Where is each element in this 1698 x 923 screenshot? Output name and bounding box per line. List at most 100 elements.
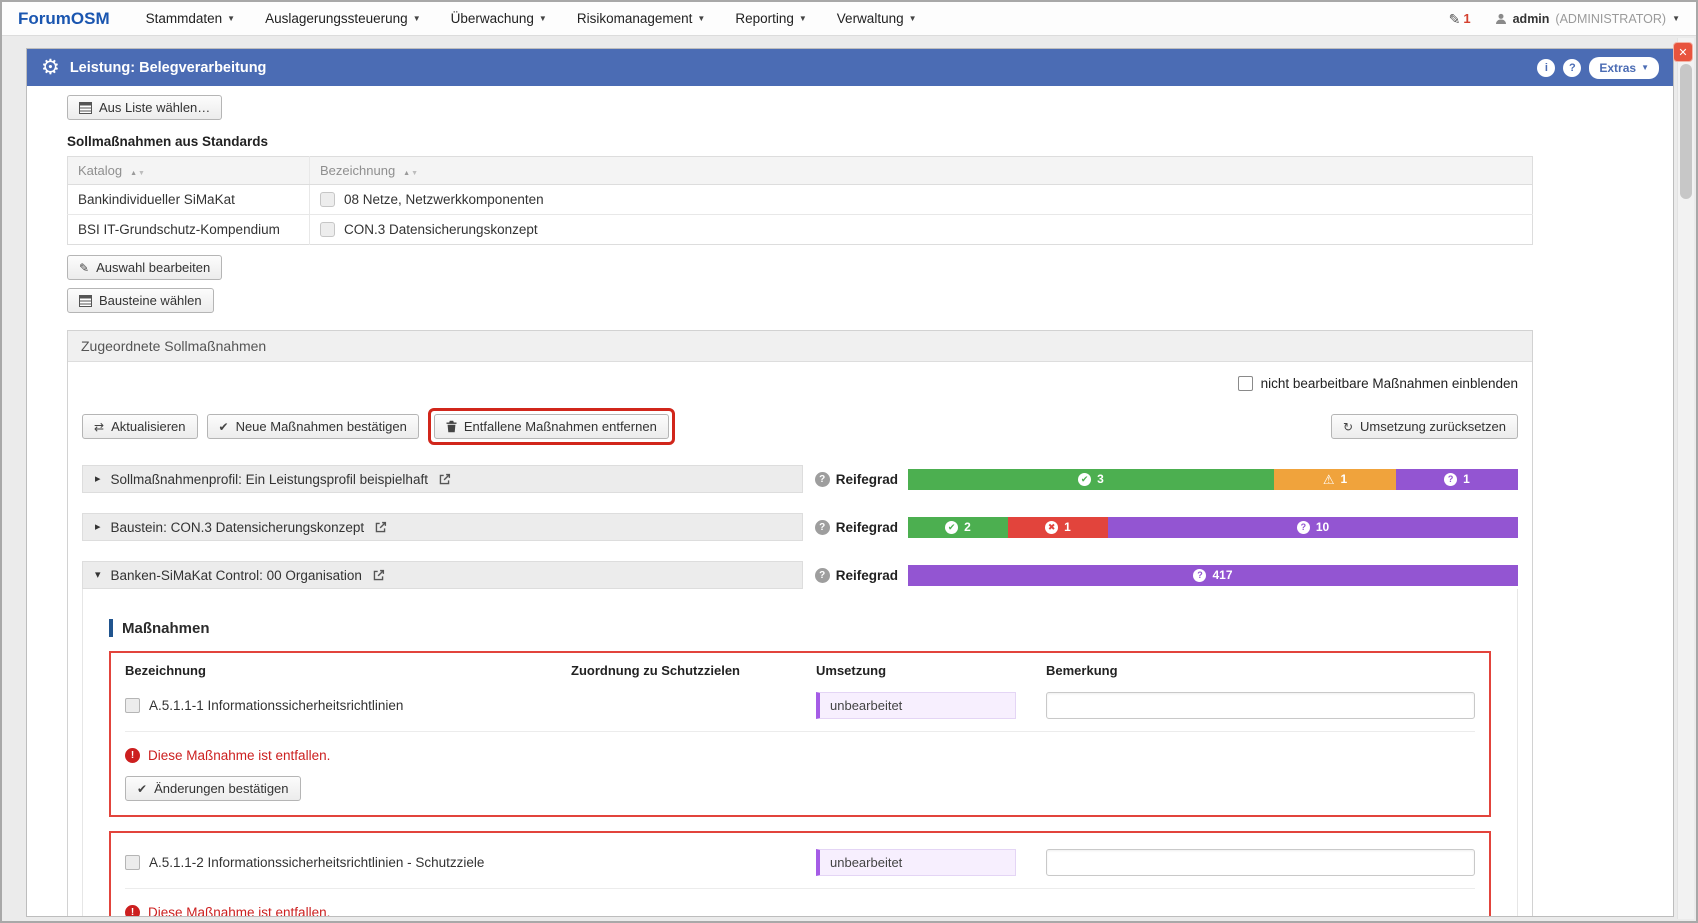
choose-from-list-button[interactable]: Aus Liste wählen… xyxy=(67,95,222,120)
segment-count: 1 xyxy=(1340,472,1347,486)
close-button[interactable]: ✕ xyxy=(1673,42,1693,62)
segment-count: 3 xyxy=(1097,472,1104,486)
user-menu[interactable]: admin (ADMINISTRATOR) ▼ xyxy=(1495,12,1680,26)
menu-risikomanagement[interactable]: Risikomanagement▼ xyxy=(577,11,705,26)
measure-icon xyxy=(320,222,335,237)
maturity-segment-ok: ✔3 xyxy=(908,469,1274,490)
main-menu: Stammdaten▼ Auslagerungssteuerung▼ Überw… xyxy=(146,11,917,26)
measures-heading-row: Maßnahmen xyxy=(109,619,1491,637)
chevron-down-icon: ▼ xyxy=(1641,64,1649,72)
group-detail: Maßnahmen Bezeichnung Zuordnung zu Schut… xyxy=(82,589,1518,917)
external-link-icon[interactable] xyxy=(372,569,385,582)
chevron-down-icon: ▼ xyxy=(413,15,421,23)
menu-label: Auslagerungssteuerung xyxy=(265,11,408,26)
remove-dropped-highlight: Entfallene Maßnahmen entfernen xyxy=(428,408,675,445)
maturity-segment-error: ✖1 xyxy=(1008,517,1108,538)
maturity-label: Reifegrad xyxy=(836,472,898,487)
menu-auslagerungssteuerung[interactable]: Auslagerungssteuerung ▼ xyxy=(265,11,421,26)
extras-button[interactable]: Extras▼ xyxy=(1589,57,1659,79)
menu-ueberwachung[interactable]: Überwachung▼ xyxy=(451,11,547,26)
maturity-bar: ✔2 ✖1 ?10 xyxy=(908,517,1518,538)
user-role: (ADMINISTRATOR) xyxy=(1555,12,1666,26)
button-label: Umsetzung zurücksetzen xyxy=(1360,419,1506,434)
chevron-right-icon: ▸ xyxy=(95,474,101,485)
vertical-scrollbar[interactable] xyxy=(1677,38,1694,919)
info-icon[interactable]: i xyxy=(1537,59,1555,77)
page-content: Aus Liste wählen… Sollmaßnahmen aus Stan… xyxy=(27,86,1673,917)
menu-reporting[interactable]: Reporting▼ xyxy=(735,11,806,26)
column-bezeichnung[interactable]: Bezeichnung▲▼ xyxy=(310,157,1533,185)
group-toggle-control[interactable]: ▾ Banken-SiMaKat Control: 00 Organisatio… xyxy=(82,561,803,589)
bezeichnung-cell: 08 Netze, Netzwerkkomponenten xyxy=(310,185,1533,215)
top-navigation: ForumOSM Stammdaten▼ Auslagerungssteueru… xyxy=(2,2,1696,36)
user-name: admin xyxy=(1513,12,1550,26)
menu-stammdaten[interactable]: Stammdaten▼ xyxy=(146,11,235,26)
sort-icon: ▲▼ xyxy=(403,170,418,177)
chevron-down-icon: ▼ xyxy=(909,15,917,23)
edit-selection-button[interactable]: ✎ Auswahl bearbeiten xyxy=(67,255,222,280)
question-circle-icon: ? xyxy=(1297,521,1310,534)
pencil-icon: ✎ xyxy=(1449,12,1461,26)
remark-input[interactable] xyxy=(1046,849,1475,876)
question-circle-icon: ? xyxy=(1193,569,1206,582)
gear-icon: ⚙ xyxy=(41,57,60,78)
dropped-warning: ! Diese Maßnahme ist entfallen. xyxy=(125,905,1475,917)
app-logo[interactable]: ForumOSM xyxy=(18,9,110,29)
implementation-status-select[interactable]: unbearbeitet xyxy=(816,692,1016,719)
col-umsetzung: Umsetzung xyxy=(816,663,1046,678)
show-uneditable-checkbox[interactable] xyxy=(1238,376,1253,391)
show-uneditable-row: nicht bearbeitbare Maßnahmen einblenden xyxy=(82,371,1518,391)
check-circle-icon: ✔ xyxy=(1078,473,1091,486)
refresh-button[interactable]: ⇄ Aktualisieren xyxy=(82,414,198,439)
scrollbar-thumb[interactable] xyxy=(1680,64,1692,199)
maturity-segment-warning: ⚠1 xyxy=(1274,469,1396,490)
katalog-cell: BSI IT-Grundschutz-Kompendium xyxy=(68,215,310,245)
column-katalog[interactable]: Katalog▲▼ xyxy=(68,157,310,185)
menu-label: Verwaltung xyxy=(837,11,904,26)
group-toggle-baustein[interactable]: ▸ Baustein: CON.3 Datensicherungskonzept xyxy=(82,513,803,541)
measure-checkbox[interactable] xyxy=(125,698,140,713)
button-label: Auswahl bearbeiten xyxy=(96,260,210,275)
maturity-label-group: ? Reifegrad xyxy=(815,568,898,583)
chevron-down-icon: ▼ xyxy=(697,15,705,23)
col-bezeichnung: Bezeichnung xyxy=(125,663,571,678)
confirm-changes-button[interactable]: ✔ Änderungen bestätigen xyxy=(125,776,301,801)
button-label: Aktualisieren xyxy=(111,419,185,434)
menu-label: Stammdaten xyxy=(146,11,223,26)
table-row[interactable]: BSI IT-Grundschutz-Kompendium CON.3 Date… xyxy=(68,215,1533,245)
measure-card: A.5.1.1-2 Informationssicherheitsrichtli… xyxy=(109,831,1491,917)
external-link-icon[interactable] xyxy=(438,473,451,486)
refresh-icon: ⇄ xyxy=(94,421,104,433)
maturity-segment-unknown: ?10 xyxy=(1108,517,1518,538)
segment-count: 1 xyxy=(1463,472,1470,486)
measure-name-cell: A.5.1.1-1 Informationssicherheitsrichtli… xyxy=(125,698,571,713)
question-circle-icon: ? xyxy=(815,520,830,535)
chevron-down-icon: ▼ xyxy=(799,15,807,23)
remove-dropped-measures-button[interactable]: Entfallene Maßnahmen entfernen xyxy=(434,414,669,439)
group-toggle-profil[interactable]: ▸ Sollmaßnahmenprofil: Ein Leistungsprof… xyxy=(82,465,803,493)
external-link-icon[interactable] xyxy=(374,521,387,534)
button-label: Bausteine wählen xyxy=(99,293,202,308)
segment-count: 1 xyxy=(1064,520,1071,534)
remark-input[interactable] xyxy=(1046,692,1475,719)
help-icon[interactable]: ? xyxy=(1563,59,1581,77)
menu-verwaltung[interactable]: Verwaltung ▼ xyxy=(837,11,917,26)
chevron-down-icon: ▼ xyxy=(1672,15,1680,23)
nav-right: ✎ 1 admin (ADMINISTRATOR) ▼ xyxy=(1449,11,1680,26)
implementation-cell: unbearbeitet xyxy=(816,849,1046,876)
user-icon xyxy=(1495,13,1507,25)
page-title: Leistung: Belegverarbeitung xyxy=(70,60,267,76)
implementation-status-select[interactable]: unbearbeitet xyxy=(816,849,1016,876)
reset-implementation-button[interactable]: ↻ Umsetzung zurücksetzen xyxy=(1331,414,1518,439)
maturity-label-group: ? Reifegrad xyxy=(815,472,898,487)
standards-section-title: Sollmaßnahmen aus Standards xyxy=(67,134,1673,149)
pending-edits-indicator[interactable]: ✎ 1 xyxy=(1449,11,1471,26)
button-label: Neue Maßnahmen bestätigen xyxy=(236,419,407,434)
maturity-segment-unknown: ?1 xyxy=(1396,469,1518,490)
table-row[interactable]: Bankindividueller SiMaKat 08 Netze, Netz… xyxy=(68,185,1533,215)
measure-icon xyxy=(320,192,335,207)
confirm-new-measures-button[interactable]: ✔ Neue Maßnahmen bestätigen xyxy=(207,414,419,439)
choose-blocks-button[interactable]: Bausteine wählen xyxy=(67,288,214,313)
measure-checkbox[interactable] xyxy=(125,855,140,870)
heading-accent-bar xyxy=(109,619,113,637)
